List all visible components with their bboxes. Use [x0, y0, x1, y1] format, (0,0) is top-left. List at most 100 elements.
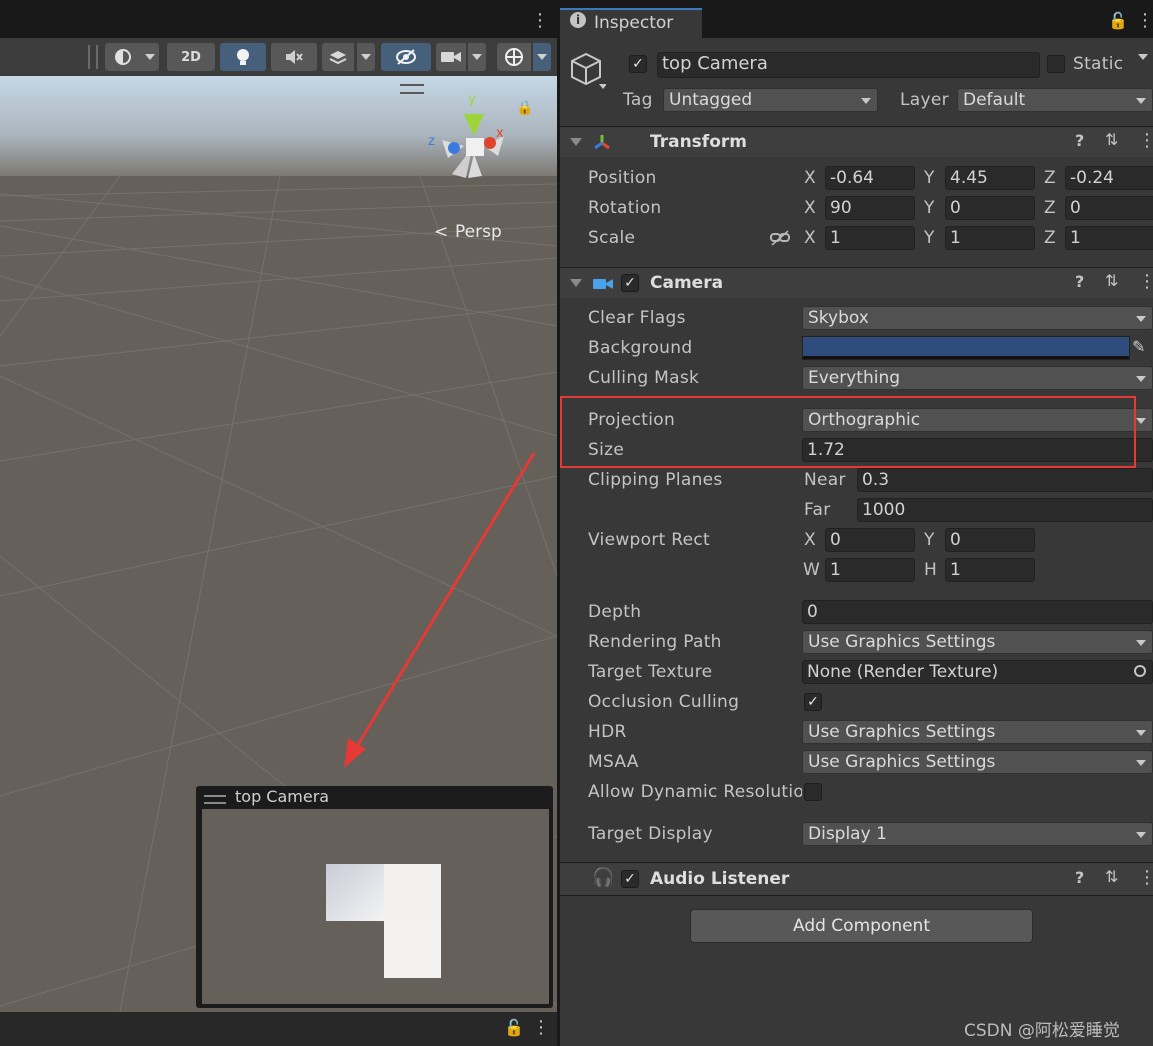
audio-listener-header[interactable]: 🎧 ✓ Audio Listener ? ⇅ ⋮	[560, 862, 1153, 896]
chevron-down-icon	[861, 98, 871, 104]
layer-dropdown[interactable]: Default	[957, 88, 1153, 112]
presets-sliders-icon[interactable]: ⇅	[1105, 271, 1118, 290]
depth-field[interactable]: 0	[802, 600, 1153, 624]
camera-header[interactable]: ✓ Camera ? ⇅ ⋮	[560, 267, 1153, 298]
target-display-dropdown[interactable]: Display 1	[802, 822, 1153, 846]
hdr-dropdown[interactable]: Use Graphics Settings	[802, 720, 1153, 744]
camera-enabled-checkbox[interactable]: ✓	[621, 274, 639, 292]
transform-title: Transform	[650, 132, 747, 152]
rendering-path-label: Rendering Path	[588, 632, 722, 652]
scene-visibility-button[interactable]	[381, 43, 431, 71]
object-active-checkbox[interactable]: ✓	[629, 55, 647, 73]
scale-z-field[interactable]: 1	[1065, 226, 1153, 250]
viewport-w-field[interactable]: 1	[825, 558, 915, 582]
occlusion-culling-checkbox[interactable]: ✓	[804, 693, 822, 711]
audio-toggle-button[interactable]	[271, 43, 317, 71]
object-name-field[interactable]: top Camera	[657, 52, 1040, 78]
effects-button[interactable]	[322, 43, 354, 71]
toolbar-grip-icon	[88, 45, 98, 69]
background-color-swatch[interactable]	[802, 336, 1130, 360]
clear-flags-dropdown[interactable]: Skybox	[802, 306, 1153, 330]
presets-sliders-icon[interactable]: ⇅	[1105, 867, 1118, 886]
position-x-field[interactable]: -0.64	[825, 166, 915, 190]
gizmos-button[interactable]	[497, 43, 531, 71]
transform-axes-icon	[594, 135, 610, 150]
eyedropper-icon[interactable]: ✎	[1132, 337, 1145, 356]
camera-component-icon	[593, 279, 613, 289]
audio-listener-checkbox[interactable]: ✓	[621, 870, 639, 888]
axis-y-label: Y	[924, 228, 935, 248]
far-field[interactable]: 1000	[857, 498, 1153, 522]
axis-x-label: X	[804, 198, 816, 218]
chevron-down-icon[interactable]	[1138, 54, 1148, 60]
chevron-down-icon	[145, 54, 155, 60]
msaa-value: Use Graphics Settings	[808, 752, 996, 772]
eye-hidden-icon	[396, 49, 416, 65]
foldout-arrow-icon[interactable]	[570, 138, 582, 146]
lock-icon[interactable]: 🔓	[1108, 11, 1128, 30]
clear-flags-value: Skybox	[808, 308, 869, 328]
gizmo-y-label: y	[468, 92, 476, 107]
target-display-label: Target Display	[588, 824, 713, 844]
kebab-menu-icon[interactable]: ⋮	[1138, 867, 1153, 888]
gizmo-menu-icon[interactable]	[400, 84, 424, 94]
gizmo-x-label: x	[496, 126, 504, 141]
kebab-menu-icon[interactable]: ⋮	[1138, 130, 1153, 151]
target-texture-field[interactable]: None (Render Texture)	[802, 660, 1153, 684]
draw-mode-dropdown[interactable]	[141, 43, 159, 71]
viewport-h-field[interactable]: 1	[945, 558, 1035, 582]
effects-dropdown[interactable]	[357, 43, 375, 71]
static-checkbox[interactable]	[1047, 55, 1065, 73]
kebab-menu-icon[interactable]: ⋮	[532, 1017, 550, 1038]
scene-camera-button[interactable]	[436, 43, 466, 71]
kebab-menu-icon[interactable]: ⋮	[1136, 10, 1153, 31]
constrain-proportions-icon[interactable]	[770, 230, 790, 246]
near-field[interactable]: 0.3	[857, 468, 1153, 492]
axis-w-label: W	[803, 560, 820, 580]
video-camera-icon	[441, 52, 461, 62]
viewport-x-field[interactable]: 0	[825, 528, 915, 552]
rotation-z-field[interactable]: 0	[1065, 196, 1153, 220]
lighting-toggle-button[interactable]	[220, 43, 266, 71]
help-icon[interactable]: ?	[1075, 868, 1084, 887]
axis-y-label: Y	[924, 168, 935, 188]
position-y-field[interactable]: 4.45	[945, 166, 1035, 190]
scale-y-field[interactable]: 1	[945, 226, 1035, 250]
axis-z-label: Z	[1044, 168, 1056, 188]
projection-mode-label[interactable]: Persp	[455, 222, 502, 242]
allow-dynamic-resolution-checkbox[interactable]	[804, 783, 822, 801]
chevron-down-icon	[1136, 640, 1146, 646]
scene-camera-dropdown[interactable]	[468, 43, 486, 71]
alpha-bar	[803, 356, 1129, 359]
clipping-planes-label: Clipping Planes	[588, 470, 723, 490]
toggle-2d-button[interactable]: 2D	[167, 43, 215, 71]
draw-mode-button[interactable]	[105, 43, 141, 71]
orientation-gizmo[interactable]	[428, 96, 528, 196]
rotation-x-field[interactable]: 90	[825, 196, 915, 220]
tab-label: Inspector	[594, 13, 674, 33]
help-icon[interactable]: ?	[1075, 131, 1084, 150]
add-component-button[interactable]: Add Component	[690, 909, 1033, 943]
tag-dropdown[interactable]: Untagged	[663, 88, 878, 112]
culling-mask-dropdown[interactable]: Everything	[802, 366, 1153, 390]
tab-inspector[interactable]: i Inspector	[560, 8, 702, 38]
culling-mask-value: Everything	[808, 368, 901, 388]
highlight-box	[560, 396, 1136, 468]
scale-x-field[interactable]: 1	[825, 226, 915, 250]
object-picker-icon[interactable]	[1134, 665, 1146, 677]
msaa-dropdown[interactable]: Use Graphics Settings	[802, 750, 1153, 774]
kebab-menu-icon[interactable]: ⋮	[1138, 271, 1153, 292]
drag-handle-icon[interactable]	[204, 795, 226, 804]
gizmos-dropdown[interactable]	[533, 43, 551, 71]
lock-icon[interactable]: 🔓	[504, 1018, 524, 1037]
scale-label: Scale	[588, 228, 636, 248]
help-icon[interactable]: ?	[1075, 272, 1084, 291]
presets-sliders-icon[interactable]: ⇅	[1105, 130, 1118, 149]
position-z-field[interactable]: -0.24	[1065, 166, 1153, 190]
kebab-menu-icon[interactable]: ⋮	[531, 10, 549, 31]
rotation-y-field[interactable]: 0	[945, 196, 1035, 220]
foldout-arrow-icon[interactable]	[570, 279, 582, 287]
rendering-path-dropdown[interactable]: Use Graphics Settings	[802, 630, 1153, 654]
viewport-y-field[interactable]: 0	[945, 528, 1035, 552]
transform-header[interactable]: Transform ? ⇅ ⋮	[560, 126, 1153, 157]
